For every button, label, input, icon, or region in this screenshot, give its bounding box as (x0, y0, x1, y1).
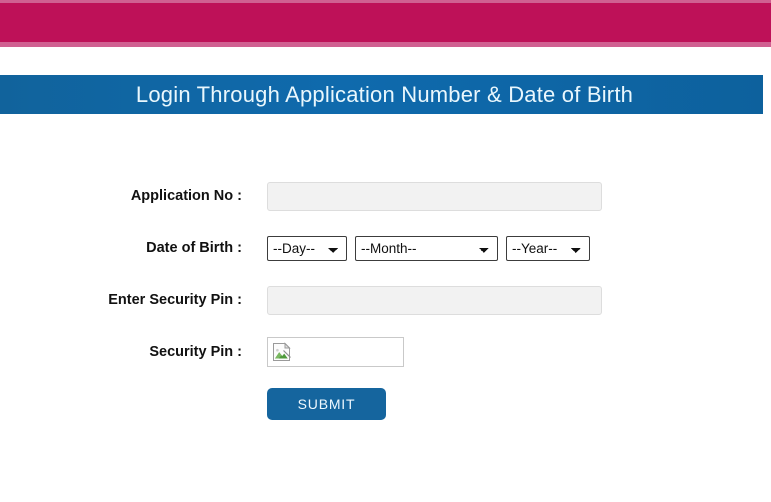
page-header-bar: Login Through Application Number & Date … (0, 75, 763, 114)
submit-wrap: SUBMIT (242, 388, 386, 420)
form-row-date-of-birth: Date of Birth : --Day-- --Month-- --Year… (0, 222, 771, 274)
date-of-birth-label: Date of Birth : (146, 240, 242, 256)
form-row-security-pin-image: Security Pin : (0, 326, 771, 378)
application-no-input[interactable] (267, 181, 602, 211)
top-band-fill (0, 3, 771, 42)
date-of-birth-control: --Day-- --Month-- --Year-- (242, 235, 590, 261)
date-of-birth-select-group: --Day-- --Month-- --Year-- (267, 235, 590, 261)
submit-button[interactable]: SUBMIT (267, 388, 386, 420)
form-row-enter-security-pin: Enter Security Pin : (0, 274, 771, 326)
broken-image-icon (273, 342, 291, 361)
security-pin-label: Security Pin : (149, 344, 242, 360)
application-no-label: Application No : (130, 188, 242, 204)
dob-year-select[interactable]: --Year-- (506, 235, 590, 261)
dob-month-select[interactable]: --Month-- (355, 235, 498, 261)
dob-day-select[interactable]: --Day-- (267, 235, 347, 261)
security-pin-input[interactable] (267, 285, 602, 315)
form-row-submit: SUBMIT (0, 378, 771, 430)
application-no-control (242, 181, 602, 211)
captcha-image-box (267, 337, 404, 367)
security-pin-image-control (242, 337, 404, 367)
top-decorative-band (0, 0, 771, 47)
page-title: Login Through Application Number & Date … (135, 81, 634, 107)
form-row-application-no: Application No : (0, 170, 771, 222)
enter-security-pin-label: Enter Security Pin : (108, 292, 242, 308)
login-form: Application No : Date of Birth : --Day--… (0, 170, 771, 430)
enter-security-pin-control (242, 285, 602, 315)
